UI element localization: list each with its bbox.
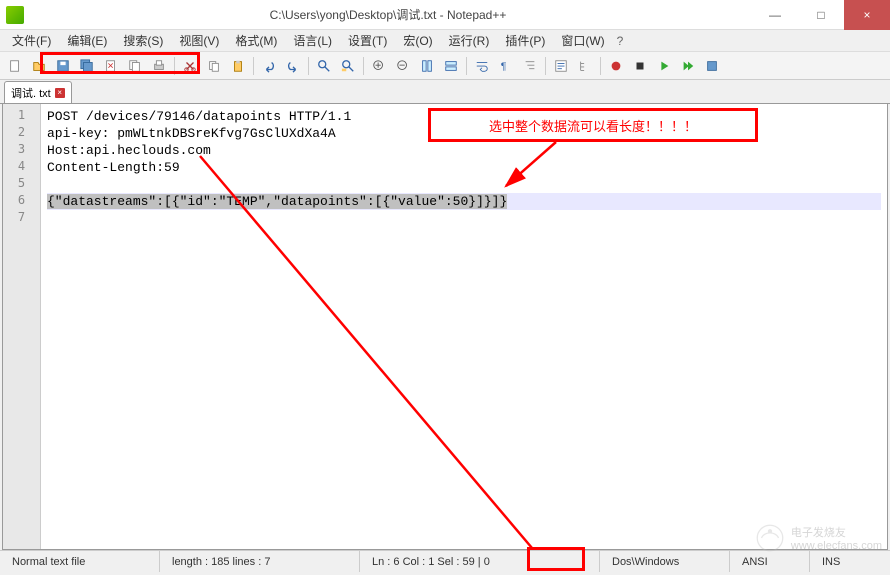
menu-plugins[interactable]: 插件(P) (497, 30, 553, 51)
indent-guide-icon[interactable] (519, 55, 541, 77)
save-icon[interactable] (52, 55, 74, 77)
app-icon (6, 6, 24, 24)
play-multi-icon[interactable] (677, 55, 699, 77)
window-title: C:\Users\yong\Desktop\调试.txt - Notepad++ (24, 6, 752, 23)
replace-icon[interactable] (337, 55, 359, 77)
undo-icon[interactable] (258, 55, 280, 77)
code-line (47, 176, 881, 193)
toolbar: ¶ (0, 52, 890, 80)
minimize-button[interactable]: — (752, 0, 798, 30)
sync-h-icon[interactable] (440, 55, 462, 77)
save-macro-icon[interactable] (701, 55, 723, 77)
line-number: 1 (3, 108, 40, 125)
toolbar-separator (308, 57, 309, 75)
zoom-out-icon[interactable] (392, 55, 414, 77)
status-encoding: ANSI (730, 551, 810, 572)
copy-icon[interactable] (203, 55, 225, 77)
maximize-button[interactable]: □ (798, 0, 844, 30)
menu-run[interactable]: 运行(R) (441, 30, 498, 51)
close-button[interactable]: × (844, 0, 890, 30)
menu-bar: 文件(F) 编辑(E) 搜索(S) 视图(V) 格式(M) 语言(L) 设置(T… (0, 30, 890, 52)
toolbar-separator (363, 57, 364, 75)
editor-area[interactable]: 1 2 3 4 5 6 7 POST /devices/79146/datapo… (2, 104, 888, 550)
play-macro-icon[interactable] (653, 55, 675, 77)
menu-file[interactable]: 文件(F) (4, 30, 59, 51)
menu-view[interactable]: 视图(V) (171, 30, 227, 51)
title-bar: C:\Users\yong\Desktop\调试.txt - Notepad++… (0, 0, 890, 30)
close-file-icon[interactable] (100, 55, 122, 77)
line-number: 4 (3, 159, 40, 176)
close-all-icon[interactable] (124, 55, 146, 77)
code-line: POST /devices/79146/datapoints HTTP/1.1 (47, 108, 881, 125)
status-bar: Normal text file length : 185 lines : 7 … (0, 550, 890, 572)
stop-macro-icon[interactable] (629, 55, 651, 77)
line-number: 7 (3, 210, 40, 227)
svg-text:¶: ¶ (501, 60, 507, 72)
menu-settings[interactable]: 设置(T) (340, 30, 395, 51)
file-tab[interactable]: 调试. txt × (4, 81, 72, 103)
code-line: Host:api.heclouds.com (47, 142, 881, 159)
toolbar-separator (174, 57, 175, 75)
toolbar-separator (466, 57, 467, 75)
function-list-icon[interactable] (550, 55, 572, 77)
save-all-icon[interactable] (76, 55, 98, 77)
code-line-selected: {"datastreams":[{"id":"TEMP","datapoints… (47, 193, 881, 210)
menu-edit[interactable]: 编辑(E) (59, 30, 115, 51)
window-buttons: — □ × (752, 0, 890, 30)
wordwrap-icon[interactable] (471, 55, 493, 77)
toolbar-separator (545, 57, 546, 75)
selected-text: {"datastreams":[{"id":"TEMP","datapoints… (47, 194, 507, 209)
status-eol: Dos\Windows (600, 551, 730, 572)
new-file-icon[interactable] (4, 55, 26, 77)
tab-bar: 调试. txt × (0, 80, 890, 104)
menu-format[interactable]: 格式(M) (227, 30, 285, 51)
sync-v-icon[interactable] (416, 55, 438, 77)
redo-icon[interactable] (282, 55, 304, 77)
status-length-lines: length : 185 lines : 7 (160, 551, 360, 572)
print-icon[interactable] (148, 55, 170, 77)
line-number-gutter: 1 2 3 4 5 6 7 (3, 104, 41, 549)
menu-help[interactable]: ? (617, 34, 624, 48)
zoom-in-icon[interactable] (368, 55, 390, 77)
status-file-type: Normal text file (0, 551, 160, 572)
record-macro-icon[interactable] (605, 55, 627, 77)
menu-macro[interactable]: 宏(O) (395, 30, 440, 51)
toolbar-separator (600, 57, 601, 75)
open-file-icon[interactable] (28, 55, 50, 77)
folder-tree-icon[interactable] (574, 55, 596, 77)
line-number: 5 (3, 176, 40, 193)
code-line: api-key: pmWLtnkDBSreKfvg7GsClUXdXa4A (47, 125, 881, 142)
find-icon[interactable] (313, 55, 335, 77)
status-cursor-position: Ln : 6 Col : 1 Sel : 59 | 0 (360, 551, 600, 572)
code-content[interactable]: POST /devices/79146/datapoints HTTP/1.1 … (41, 104, 887, 549)
code-line: Content-Length:59 (47, 159, 881, 176)
line-number: 6 (3, 193, 40, 210)
line-number: 3 (3, 142, 40, 159)
line-number: 2 (3, 125, 40, 142)
status-insert-mode: INS (810, 551, 890, 572)
show-all-chars-icon[interactable]: ¶ (495, 55, 517, 77)
menu-language[interactable]: 语言(L) (285, 30, 340, 51)
paste-icon[interactable] (227, 55, 249, 77)
tab-close-icon[interactable]: × (55, 88, 65, 98)
toolbar-separator (253, 57, 254, 75)
cut-icon[interactable] (179, 55, 201, 77)
menu-search[interactable]: 搜索(S) (115, 30, 171, 51)
tab-label: 调试. txt (11, 85, 51, 101)
code-line (47, 210, 881, 227)
menu-window[interactable]: 窗口(W) (553, 30, 612, 51)
